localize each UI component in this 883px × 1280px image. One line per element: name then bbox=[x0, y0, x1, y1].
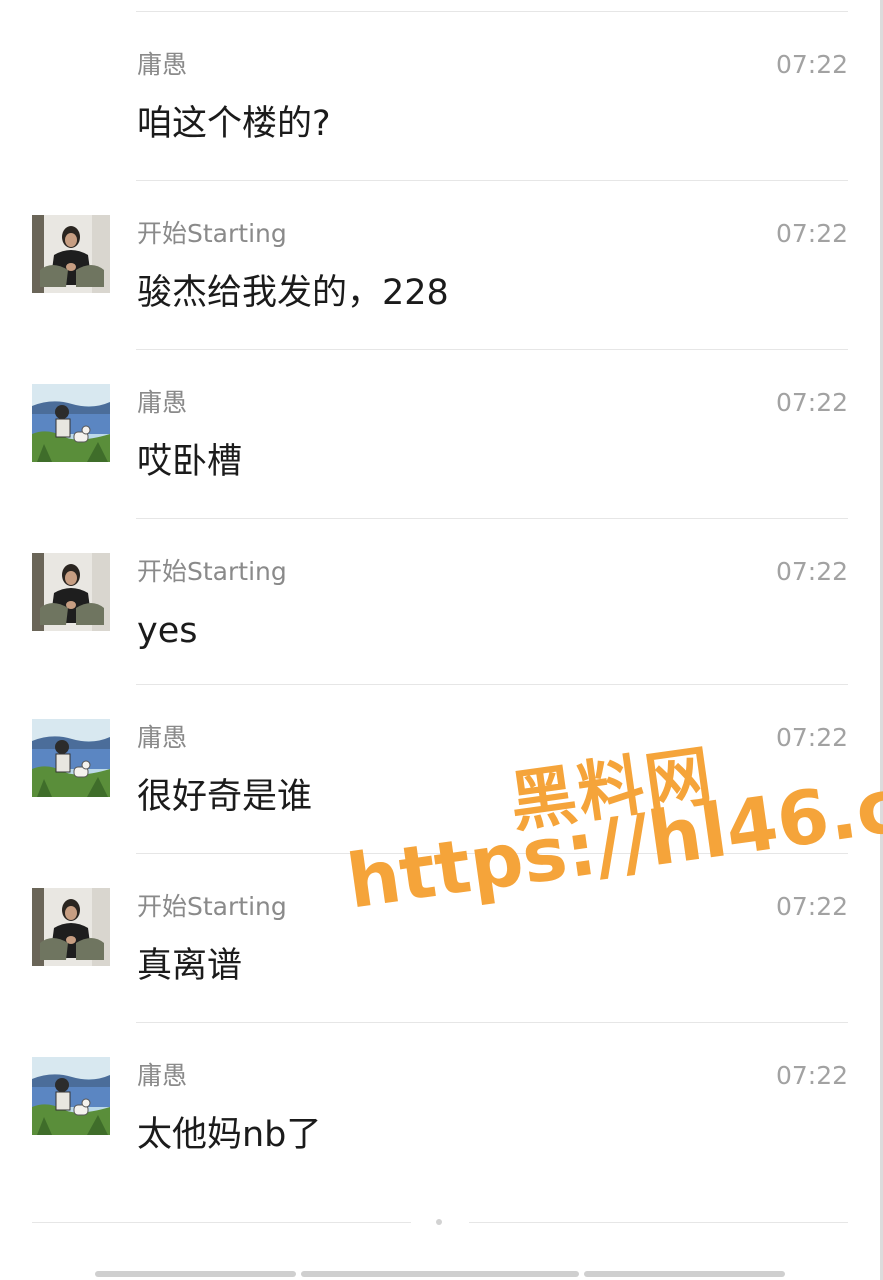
footer-divider-right bbox=[469, 1222, 848, 1223]
message-time: 07:22 bbox=[775, 892, 848, 921]
bottom-bar-segment bbox=[584, 1271, 785, 1277]
avatar[interactable] bbox=[32, 553, 110, 631]
person-photo-avatar-icon bbox=[32, 553, 110, 631]
message-time: 07:22 bbox=[775, 388, 848, 417]
message-text: 哎卧槽 bbox=[137, 442, 243, 482]
message-time: 07:22 bbox=[775, 1061, 848, 1090]
sender-name: 庸愚 bbox=[137, 388, 188, 417]
message-text: yes bbox=[137, 611, 198, 651]
avatar[interactable] bbox=[32, 719, 110, 797]
top-divider bbox=[136, 11, 848, 12]
painting-avatar-icon bbox=[32, 719, 110, 797]
message-divider bbox=[136, 180, 848, 181]
footer-divider-left bbox=[32, 1222, 411, 1223]
sender-name: 开始Starting bbox=[137, 219, 287, 248]
message-time: 07:22 bbox=[775, 723, 848, 752]
avatar[interactable] bbox=[32, 215, 110, 293]
sender-name: 庸愚 bbox=[137, 723, 188, 752]
message-text: 太他妈nb了 bbox=[137, 1115, 322, 1155]
message-text: 咱这个楼的? bbox=[137, 104, 331, 144]
bottom-bar-segment bbox=[95, 1271, 296, 1277]
footer-dot bbox=[436, 1219, 442, 1225]
message-text: 很好奇是谁 bbox=[137, 777, 313, 817]
person-photo-avatar-icon bbox=[32, 888, 110, 966]
message-text: 骏杰给我发的，228 bbox=[137, 273, 449, 313]
watermark-title: 黑料网 bbox=[505, 736, 719, 842]
painting-avatar-icon bbox=[32, 384, 110, 462]
message-divider bbox=[136, 853, 848, 854]
avatar[interactable] bbox=[32, 384, 110, 462]
sender-name: 开始Starting bbox=[137, 557, 287, 586]
message-divider bbox=[136, 1022, 848, 1023]
painting-avatar-icon bbox=[32, 1057, 110, 1135]
message-divider bbox=[136, 518, 848, 519]
message-time: 07:22 bbox=[775, 50, 848, 79]
watermark: 黑料网 https://hl46.co bbox=[340, 720, 883, 960]
sender-name: 庸愚 bbox=[137, 1061, 188, 1090]
avatar[interactable] bbox=[32, 1057, 110, 1135]
bottom-bar-segment bbox=[301, 1271, 579, 1277]
message-divider bbox=[136, 349, 848, 350]
person-photo-avatar-icon bbox=[32, 215, 110, 293]
message-divider bbox=[136, 684, 848, 685]
sender-name: 开始Starting bbox=[137, 892, 287, 921]
message-time: 07:22 bbox=[775, 557, 848, 586]
message-time: 07:22 bbox=[775, 219, 848, 248]
avatar[interactable] bbox=[32, 888, 110, 966]
message-text: 真离谱 bbox=[137, 946, 243, 986]
sender-name: 庸愚 bbox=[137, 50, 188, 79]
